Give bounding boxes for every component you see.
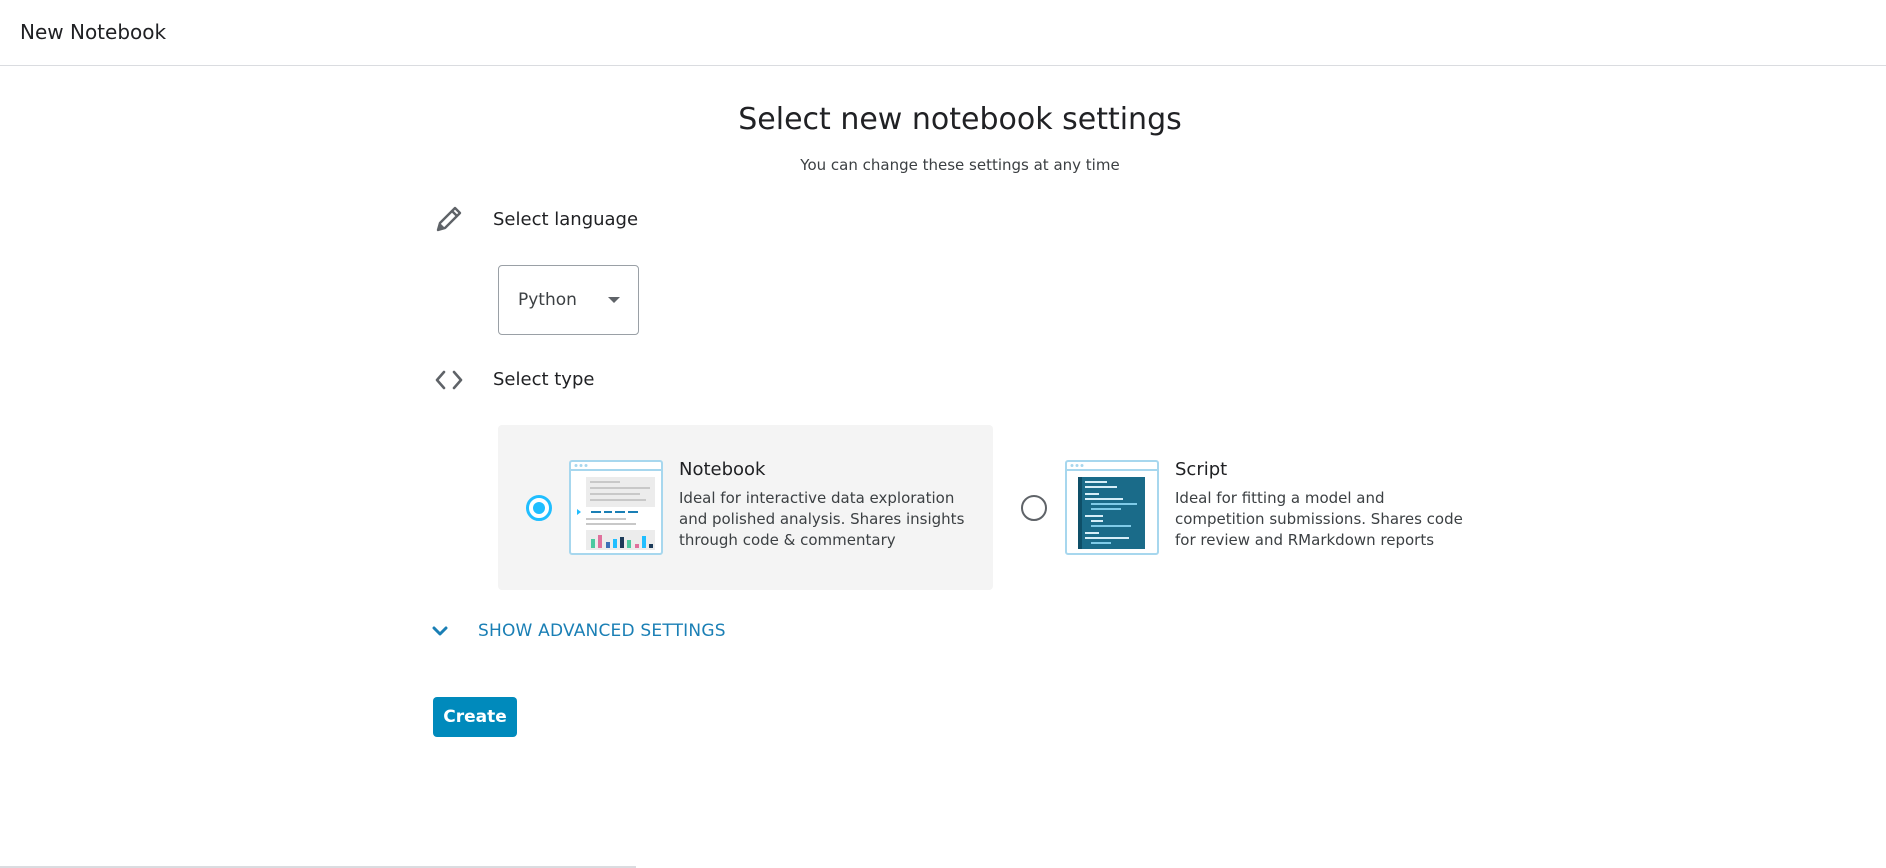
script-thumbnail-icon [1065, 460, 1159, 555]
notebook-option-description: Ideal for interactive data exploration a… [679, 489, 965, 549]
type-option-script[interactable]: Script Ideal for fitting a model and com… [1005, 425, 1500, 590]
pencil-icon [432, 202, 466, 236]
notebook-thumbnail-icon [569, 460, 663, 555]
chevron-down-icon [430, 621, 450, 641]
script-option-title: Script [1175, 459, 1228, 480]
create-button[interactable]: Create [433, 697, 517, 737]
type-option-notebook[interactable]: Notebook Ideal for interactive data expl… [498, 425, 993, 590]
language-select-value: Python [518, 290, 577, 310]
notebook-radio[interactable] [526, 495, 552, 521]
notebook-option-title: Notebook [679, 459, 766, 480]
caret-down-icon [608, 297, 620, 303]
show-advanced-settings-label: SHOW ADVANCED SETTINGS [478, 621, 726, 641]
script-option-description: Ideal for fitting a model and competitio… [1175, 489, 1463, 549]
code-brackets-icon [432, 363, 466, 397]
top-bar: New Notebook [0, 0, 1886, 66]
script-radio[interactable] [1021, 495, 1047, 521]
language-select[interactable]: Python [498, 265, 639, 335]
show-advanced-settings-toggle[interactable]: SHOW ADVANCED SETTINGS [430, 617, 750, 645]
select-language-label: Select language [493, 209, 639, 230]
settings-heading: Select new notebook settings [738, 102, 1182, 137]
page-title: New Notebook [20, 20, 167, 44]
settings-subheading: You can change these settings at any tim… [800, 156, 1120, 174]
select-type-label: Select type [493, 369, 595, 390]
